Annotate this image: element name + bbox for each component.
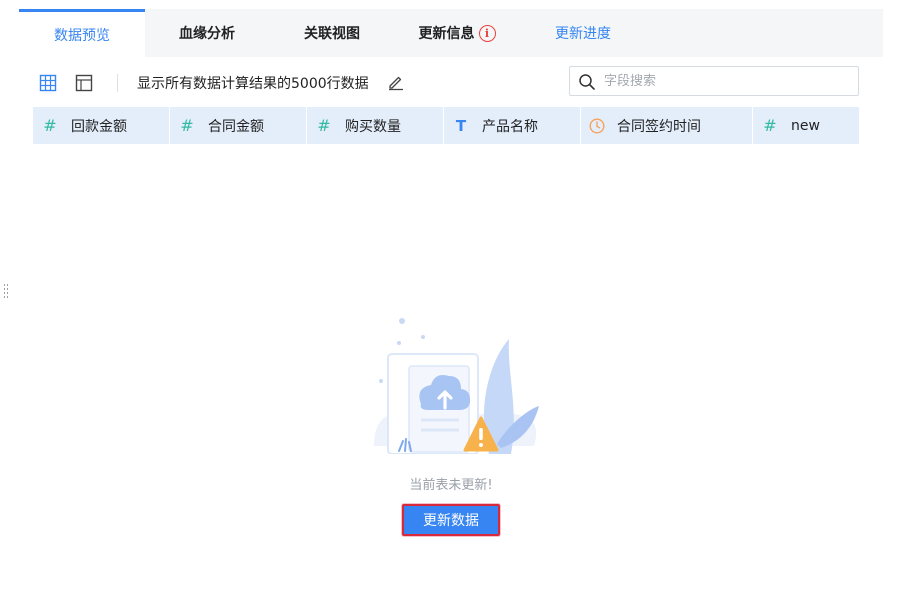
column-label: 合同签约时间 [617, 118, 701, 135]
tab-bar: 数据预览 血缘分析 关联视图 更新信息 i 更新进度 [19, 9, 883, 57]
tab-label: 更新进度 [555, 26, 611, 42]
column-label: 合同金额 [208, 118, 264, 135]
tab-data-preview[interactable]: 数据预览 [19, 9, 145, 57]
edit-icon[interactable] [387, 73, 405, 91]
column-label: 购买数量 [345, 118, 401, 135]
number-type-icon: # [763, 116, 777, 135]
column-header[interactable]: # new [753, 107, 827, 144]
number-type-icon: # [317, 116, 331, 135]
empty-state-message: 当前表未更新! [409, 478, 493, 493]
clock-icon [589, 117, 605, 134]
tab-update-info[interactable]: 更新信息 i [395, 9, 519, 57]
info-icon: i [478, 24, 496, 42]
toolbar-divider [117, 74, 118, 92]
tab-label: 血缘分析 [179, 26, 235, 42]
column-header[interactable]: # 合同金额 [170, 107, 307, 144]
tab-update-progress[interactable]: 更新进度 [519, 9, 647, 57]
tab-label: 关联视图 [304, 26, 360, 42]
field-search-box[interactable] [569, 66, 859, 96]
field-search-input[interactable] [604, 71, 844, 91]
tab-label: 数据预览 [54, 27, 110, 44]
layout-view-icon[interactable] [75, 74, 93, 92]
tab-relation-view[interactable]: 关联视图 [269, 9, 395, 57]
tab-label: 更新信息 [418, 26, 475, 42]
number-type-icon: # [180, 116, 194, 135]
resize-handle[interactable] [4, 284, 10, 298]
update-data-button[interactable]: 更新数据 [402, 504, 500, 536]
search-icon [579, 74, 595, 90]
column-label: new [791, 117, 820, 134]
column-header[interactable]: T 产品名称 [444, 107, 581, 144]
preview-row-info: 显示所有数据计算结果的5000行数据 [137, 76, 369, 92]
tab-lineage[interactable]: 血缘分析 [145, 9, 269, 57]
column-header[interactable]: # 回款金额 [33, 107, 170, 144]
grid-view-icon[interactable] [39, 74, 57, 92]
number-type-icon: # [43, 116, 57, 135]
data-preview-panel: 数据预览 血缘分析 关联视图 更新信息 i 更新进度 显示所有数据计算结果的50… [19, 9, 883, 601]
empty-data-illustration [374, 318, 539, 454]
table-header: # 回款金额 # 合同金额 # 购买数量 T 产品名称 合同签约时间 # new [33, 107, 859, 144]
column-header[interactable]: # 购买数量 [307, 107, 444, 144]
text-type-icon: T [455, 116, 467, 135]
column-label: 回款金额 [71, 118, 127, 135]
column-header[interactable]: 合同签约时间 [581, 107, 753, 144]
column-label: 产品名称 [482, 118, 538, 135]
